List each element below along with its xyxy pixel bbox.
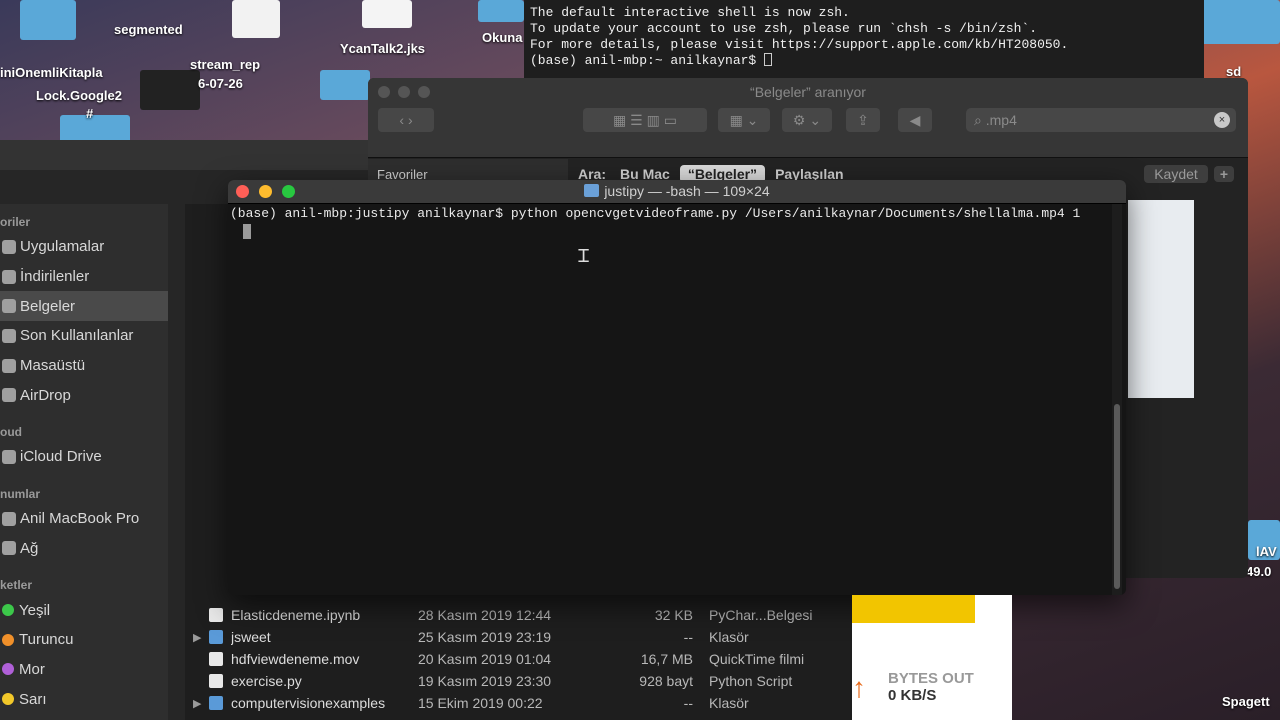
view-mode-control[interactable]: ▦ ☰ ▥ ▭	[583, 108, 707, 132]
terminal-titlebar[interactable]: justipy — -bash — 109×24	[228, 180, 1126, 204]
terminal-scrollbar[interactable]	[1112, 204, 1122, 595]
window-title: “Belgeler” aranıyor	[750, 84, 866, 100]
python-file-icon	[209, 674, 223, 688]
sidebar-item-documents[interactable]: Belgeler	[0, 291, 168, 322]
desktop-label: Lock.Google2	[36, 88, 122, 103]
sidebar-tag-yellow[interactable]: Sarı	[0, 684, 168, 714]
tag-dot-icon	[2, 604, 14, 617]
folder-icon[interactable]	[20, 0, 76, 40]
sidebar-item-applications[interactable]: Uygulamalar	[0, 232, 168, 262]
desktop-label: #	[86, 106, 94, 121]
add-criteria-button[interactable]: +	[1213, 166, 1234, 182]
tag-dot-icon	[2, 663, 14, 676]
preview-thumbnail[interactable]	[1128, 200, 1194, 398]
terminal-cursor	[243, 224, 251, 239]
sidebar-tag-orange[interactable]: Turuncu	[0, 625, 168, 655]
file-thumbnail-icon[interactable]	[140, 70, 200, 110]
sidebar-header-locations: numlar	[0, 486, 41, 501]
folder-icon[interactable]	[320, 70, 370, 100]
documents-icon	[2, 299, 16, 314]
cloud-icon	[2, 449, 16, 464]
file-icon	[209, 608, 223, 622]
desktop-label: lAV	[1256, 544, 1277, 559]
terminal-command-line: (base) anil-mbp:justipy anilkaynar$ pyth…	[230, 206, 1081, 221]
applications-icon	[2, 239, 16, 254]
table-row[interactable]: Elasticdeneme.ipynb 28 Kasım 2019 12:44 …	[185, 604, 855, 626]
sidebar-header-favorites: oriler	[0, 215, 31, 229]
sidebar-item-downloads[interactable]: İndirilenler	[0, 262, 168, 292]
table-row[interactable]: ▶ jsweet 25 Kasım 2019 23:19 -- Klasör	[185, 626, 855, 648]
table-row[interactable]: hdfviewdeneme.mov 20 Kasım 2019 01:04 16…	[185, 648, 855, 670]
folder-icon[interactable]	[478, 0, 524, 22]
desktop-label: stream_rep	[190, 57, 261, 72]
sidebar-item-airdrop[interactable]: AirDrop	[0, 380, 168, 410]
desktop-label: YcanTalk2.jks	[340, 41, 426, 56]
sidebar-tag-green[interactable]: Yeşil	[0, 595, 168, 625]
terminal-window[interactable]: justipy — -bash — 109×24 (base) anil-mbp…	[228, 180, 1126, 595]
terminal-cursor	[764, 53, 773, 66]
back-button[interactable]: ‹ ›	[378, 108, 434, 132]
share-button[interactable]: ⇪	[846, 108, 880, 132]
background-terminal[interactable]: The default interactive shell is now zsh…	[524, 0, 1204, 78]
downloads-icon	[2, 269, 16, 284]
tag-button[interactable]: ◀	[898, 108, 932, 132]
video-file-icon	[209, 652, 223, 666]
group-button[interactable]: ▦ ⌄	[718, 108, 770, 132]
folder-icon	[209, 696, 223, 710]
terminal-prompt: (base) anil-mbp:~ anilkaynar$	[530, 53, 1198, 69]
airdrop-icon	[2, 388, 16, 403]
table-row[interactable]: ▶ computervisionexamples 15 Ekim 2019 00…	[185, 692, 855, 714]
sidebar-item-icloud-drive[interactable]: iCloud Drive	[0, 442, 168, 472]
desktop-label: 6-07-26	[198, 76, 243, 91]
upload-arrow-icon: ↑	[852, 672, 866, 703]
sidebar-tag-purple[interactable]: Mor	[0, 655, 168, 685]
search-icon: ⌕	[974, 112, 986, 128]
tag-dot-icon	[2, 693, 14, 706]
desktop-label: sd	[1226, 64, 1242, 79]
clear-search-icon[interactable]: ×	[1214, 112, 1230, 128]
desktop-label: 49.0	[1246, 564, 1272, 579]
text-cursor-icon: Ꮖ	[578, 246, 590, 267]
finder-toolbar[interactable]: “Belgeler” aranıyor ‹ › ▦ ☰ ▥ ▭ ▦ ⌄ ⚙ ⌄ …	[368, 78, 1248, 158]
sidebar-item-network[interactable]: Ağ	[0, 534, 168, 564]
folder-icon	[209, 630, 223, 644]
sidebar-header-tags: ketler	[0, 578, 33, 593]
table-row[interactable]: exercise.py 19 Kasım 2019 23:30 928 bayt…	[185, 670, 855, 692]
terminal-line: The default interactive shell is now zsh…	[530, 5, 850, 20]
network-icon	[2, 541, 16, 556]
desktop-label: segmented	[114, 22, 183, 37]
terminal-line: To update your account to use zsh, pleas…	[530, 21, 1038, 36]
save-search-button[interactable]: Kaydet	[1144, 165, 1208, 183]
desktop-label: iniOnemliKitapla	[0, 65, 103, 80]
terminal-output[interactable]: (base) anil-mbp:justipy anilkaynar$ pyth…	[228, 204, 1112, 595]
desktop-icon	[2, 358, 16, 373]
disclosure-triangle-icon[interactable]: ▶	[185, 697, 209, 710]
desktop-label: Spagett	[1222, 694, 1270, 709]
window-title: justipy — -bash — 109×24	[228, 183, 1126, 199]
sidebar-header-icloud: oud	[0, 425, 22, 440]
tag-dot-icon	[2, 633, 14, 646]
document-icon[interactable]	[362, 0, 412, 28]
bytes-out-readout: BYTES OUT 0 KB/S	[888, 670, 974, 704]
sidebar-item-macbook[interactable]: Anil MacBook Pro	[0, 504, 168, 534]
disclosure-triangle-icon[interactable]: ▶	[185, 631, 209, 644]
sidebar-item-desktop[interactable]: Masaüstü	[0, 351, 168, 381]
widget-banner	[852, 595, 975, 623]
finder-sidebar: oriler Uygulamalar İndirilenler Belgeler…	[0, 204, 168, 720]
search-input[interactable]: ⌕ .mp4 ×	[966, 108, 1236, 132]
laptop-icon	[2, 511, 16, 526]
folder-icon	[584, 184, 600, 197]
recents-icon	[2, 328, 16, 343]
desktop-label: Okuna	[482, 30, 523, 45]
folder-icon[interactable]	[1200, 0, 1280, 44]
action-gear-button[interactable]: ⚙ ⌄	[782, 108, 832, 132]
terminal-line: For more details, please visit https://s…	[530, 37, 1069, 52]
sidebar-item-recents[interactable]: Son Kullanılanlar	[0, 321, 168, 351]
document-icon[interactable]	[232, 0, 280, 38]
